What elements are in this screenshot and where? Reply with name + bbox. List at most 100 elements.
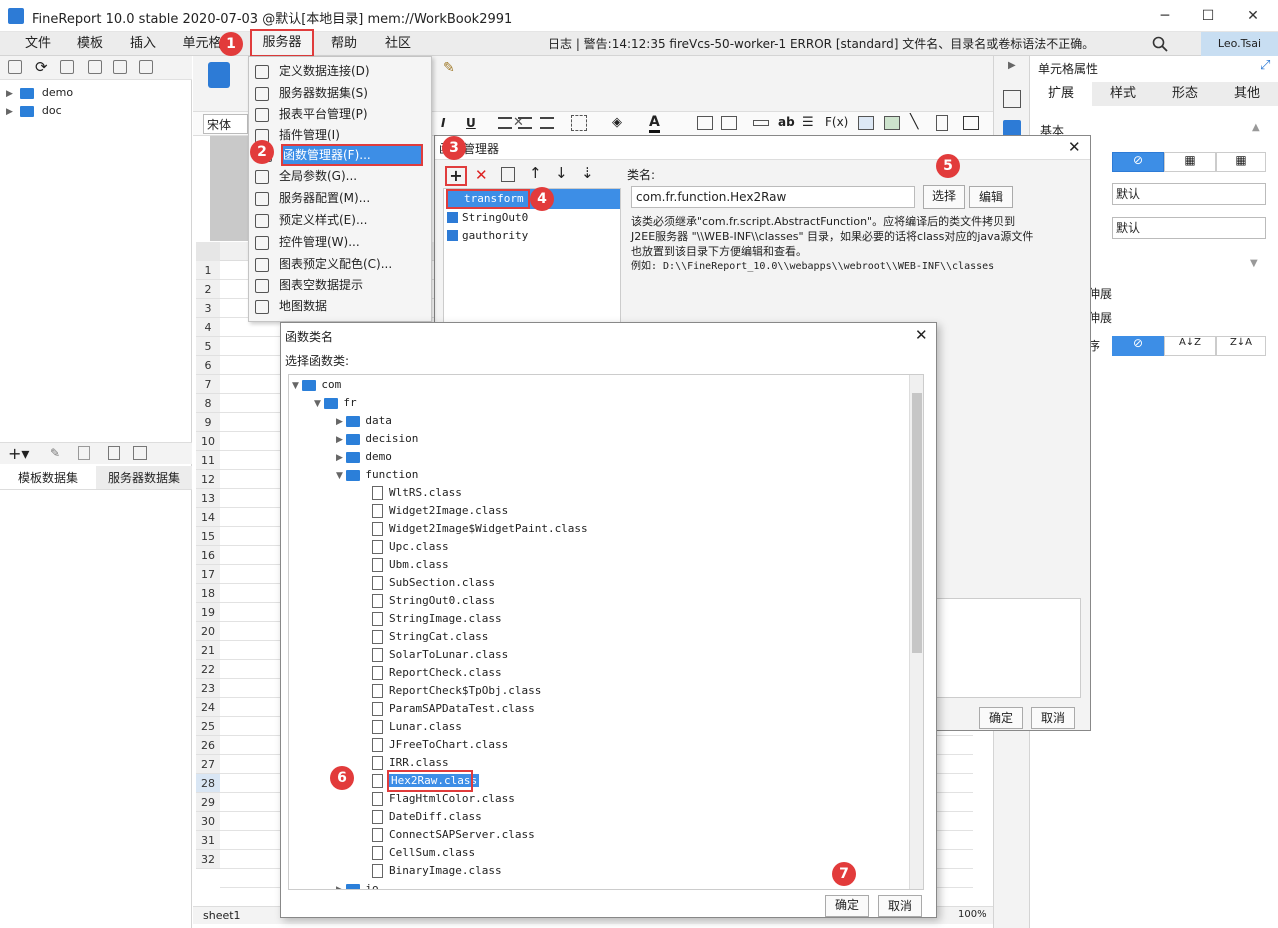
trash-icon[interactable]	[78, 446, 90, 460]
tree-node-com[interactable]: ▼ com	[292, 376, 341, 394]
align-left-icon[interactable]	[498, 117, 512, 129]
row-number[interactable]: 16	[196, 546, 220, 565]
class-item[interactable]: ReportCheck.class	[372, 664, 502, 682]
server-menu-item[interactable]: 预定义样式(E)...	[255, 209, 427, 231]
subreport-icon[interactable]	[936, 115, 948, 131]
class-item[interactable]: StringImage.class	[372, 610, 502, 628]
close-icon[interactable]: ✕	[1068, 138, 1081, 156]
fill-color-icon[interactable]: ◈	[612, 115, 622, 130]
server-menu-item[interactable]: 控件管理(W)...	[255, 231, 427, 253]
tab-server-datasets[interactable]: 服务器数据集	[96, 466, 192, 490]
tab-style[interactable]: 样式	[1092, 82, 1154, 106]
chart-icon[interactable]	[858, 116, 874, 130]
settings-icon[interactable]	[88, 60, 102, 74]
tab-template-datasets[interactable]: 模板数据集	[0, 466, 96, 490]
row-number[interactable]: 3	[196, 299, 220, 318]
refresh-icon[interactable]: ⟳	[35, 58, 48, 76]
class-item[interactable]: SolarToLunar.class	[372, 646, 508, 664]
edit-button[interactable]: 编辑	[969, 186, 1013, 208]
expand-vertical-button[interactable]: ▦	[1164, 152, 1216, 172]
search-icon[interactable]	[1152, 36, 1168, 52]
row-number[interactable]: 2	[196, 280, 220, 299]
expand-icon[interactable]: ▶	[6, 107, 13, 117]
server-menu-item[interactable]: 全局参数(G)...	[255, 165, 427, 187]
collapse-icon[interactable]: ▼	[314, 399, 321, 409]
cn-cancel-button[interactable]: 取消	[878, 895, 922, 917]
server-menu-item[interactable]: 服务器数据集(S)	[255, 82, 427, 104]
row-number[interactable]: 5	[196, 337, 220, 356]
copy-icon[interactable]	[139, 60, 153, 74]
tree-item-demo[interactable]: ▶ demo	[6, 86, 73, 99]
add-function-icon[interactable]: +	[445, 166, 467, 186]
row-number[interactable]: 6	[196, 356, 220, 375]
align-right-icon[interactable]	[540, 117, 554, 129]
row-number[interactable]: 11	[196, 451, 220, 470]
section2-collapse-icon[interactable]: ▼	[1250, 258, 1258, 269]
row-number[interactable]: 10	[196, 432, 220, 451]
row-number[interactable]: 12	[196, 470, 220, 489]
row-number[interactable]: 13	[196, 489, 220, 508]
cn-ok-button[interactable]: 确定	[825, 895, 869, 917]
function-item-stringout0[interactable]: StringOut0	[462, 211, 528, 224]
image-icon[interactable]	[884, 116, 900, 130]
server-menu-item[interactable]: 服务器配置(M)...	[255, 187, 427, 209]
expand-none-button[interactable]: ⊘	[1112, 152, 1164, 172]
row-number[interactable]: 18	[196, 584, 220, 603]
row-number[interactable]: 15	[196, 527, 220, 546]
log-status[interactable]: 日志 | 警告:14:12:35 fireVcs-50-worker-1 ERR…	[548, 32, 1094, 56]
italic-icon[interactable]: I	[441, 116, 445, 130]
align-center-icon[interactable]	[518, 117, 532, 129]
server-menu-item[interactable]: 定义数据连接(D)	[255, 60, 427, 82]
row-number[interactable]: 24	[196, 698, 220, 717]
function-item-transform[interactable]: transform	[446, 189, 530, 209]
sort-asc-button[interactable]: A↓Z	[1164, 336, 1216, 356]
row-number[interactable]: 20	[196, 622, 220, 641]
row-number[interactable]: 14	[196, 508, 220, 527]
move-down-icon[interactable]: ↓	[555, 164, 568, 182]
menu-community[interactable]: 社区	[378, 32, 418, 56]
expand-icon[interactable]: ▶	[336, 417, 343, 427]
class-item[interactable]: Widget2Image.class	[372, 502, 508, 520]
text-icon[interactable]: ab	[778, 115, 795, 129]
tree-node-fr[interactable]: ▼ fr	[314, 394, 357, 412]
top-parent-select[interactable]: 默认	[1112, 217, 1266, 239]
row-number[interactable]: 21	[196, 641, 220, 660]
move-up-icon[interactable]: ↑	[529, 164, 542, 182]
row-number[interactable]: 9	[196, 413, 220, 432]
tab-expand[interactable]: 扩展	[1030, 82, 1092, 106]
row-number[interactable]: 32	[196, 850, 220, 869]
class-item[interactable]: DateDiff.class	[372, 808, 482, 826]
class-item[interactable]: ConnectSAPServer.class	[372, 826, 535, 844]
close-button[interactable]: ✕	[1243, 6, 1263, 26]
row-number[interactable]: 1	[196, 261, 220, 280]
row-number[interactable]: 25	[196, 717, 220, 736]
row-number[interactable]: 19	[196, 603, 220, 622]
row-number[interactable]: 29	[196, 793, 220, 812]
close-icon[interactable]: ✕	[915, 326, 928, 344]
server-menu-item[interactable]: 图表预定义配色(C)...	[255, 253, 427, 275]
tree-node-io[interactable]: ▶ io	[336, 880, 379, 889]
class-item[interactable]: CellSum.class	[372, 844, 475, 862]
row-number[interactable]: 30	[196, 812, 220, 831]
select-button[interactable]: 选择	[923, 185, 965, 209]
formula-icon[interactable]: F(x)	[825, 115, 848, 129]
menu-file[interactable]: 文件	[18, 32, 58, 56]
expand-icon[interactable]: ▶	[336, 435, 343, 445]
tab-other[interactable]: 其他	[1216, 82, 1278, 106]
tree-node-decision[interactable]: ▶ decision	[336, 430, 418, 448]
row-number[interactable]: 22	[196, 660, 220, 679]
collapse-icon[interactable]: ▼	[292, 381, 299, 391]
class-item[interactable]: WltRS.class	[372, 484, 462, 502]
font-color-icon[interactable]: A	[649, 114, 660, 133]
slash-icon[interactable]: ╲	[910, 114, 918, 130]
sort-desc-button[interactable]: Z↓A	[1216, 336, 1266, 356]
delete-icon[interactable]	[113, 60, 127, 74]
class-item[interactable]: SubSection.class	[372, 574, 495, 592]
menu-template[interactable]: 模板	[70, 32, 110, 56]
expand-icon[interactable]: ▶	[336, 885, 343, 889]
tree-node-data[interactable]: ▶ data	[336, 412, 392, 430]
class-item[interactable]: Widget2Image$WidgetPaint.class	[372, 520, 588, 538]
dataset-settings-icon[interactable]	[133, 446, 147, 460]
scrollbar-thumb[interactable]	[912, 393, 922, 653]
underline-icon[interactable]: U	[466, 116, 476, 130]
